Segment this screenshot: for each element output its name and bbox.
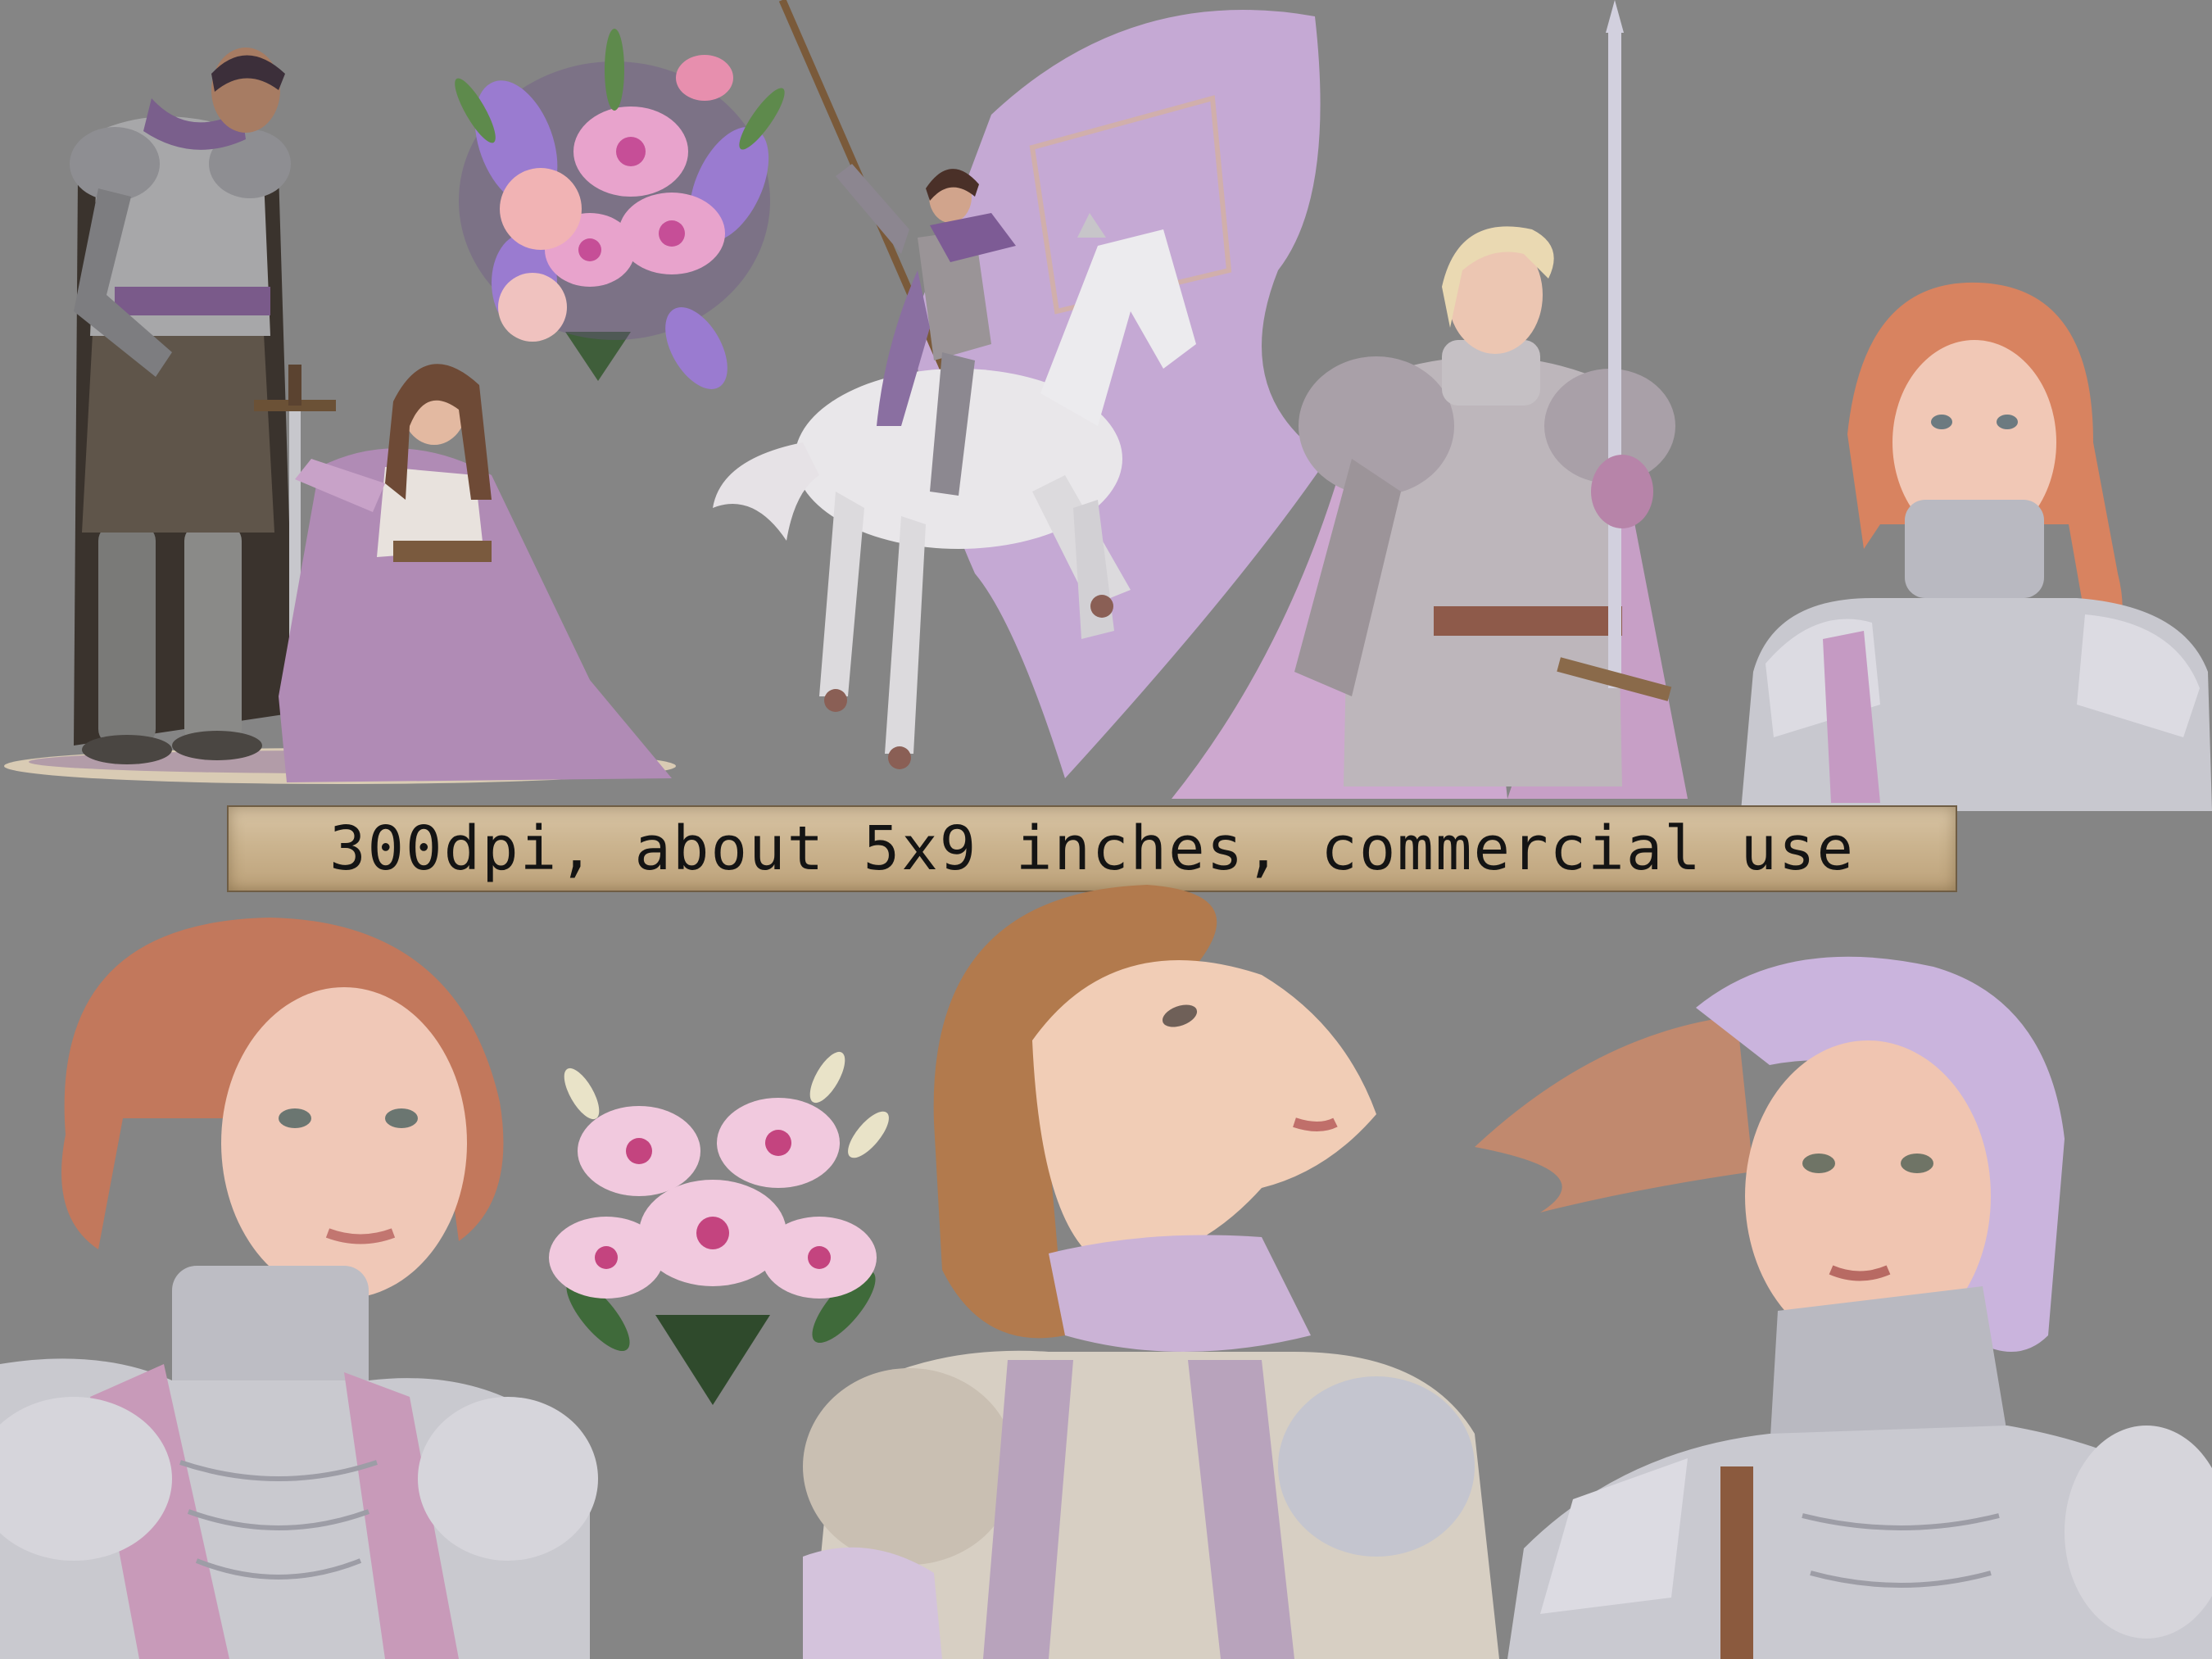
girl-in-lavender-hood-illustration	[1475, 942, 2212, 1659]
short-haired-woman-in-armor-illustration	[0, 873, 598, 1659]
blonde-knight-with-sword-illustration	[1163, 0, 1745, 803]
woman-looking-up-illustration	[803, 877, 1499, 1659]
redhead-girl-in-armor-illustration	[1741, 279, 2212, 811]
